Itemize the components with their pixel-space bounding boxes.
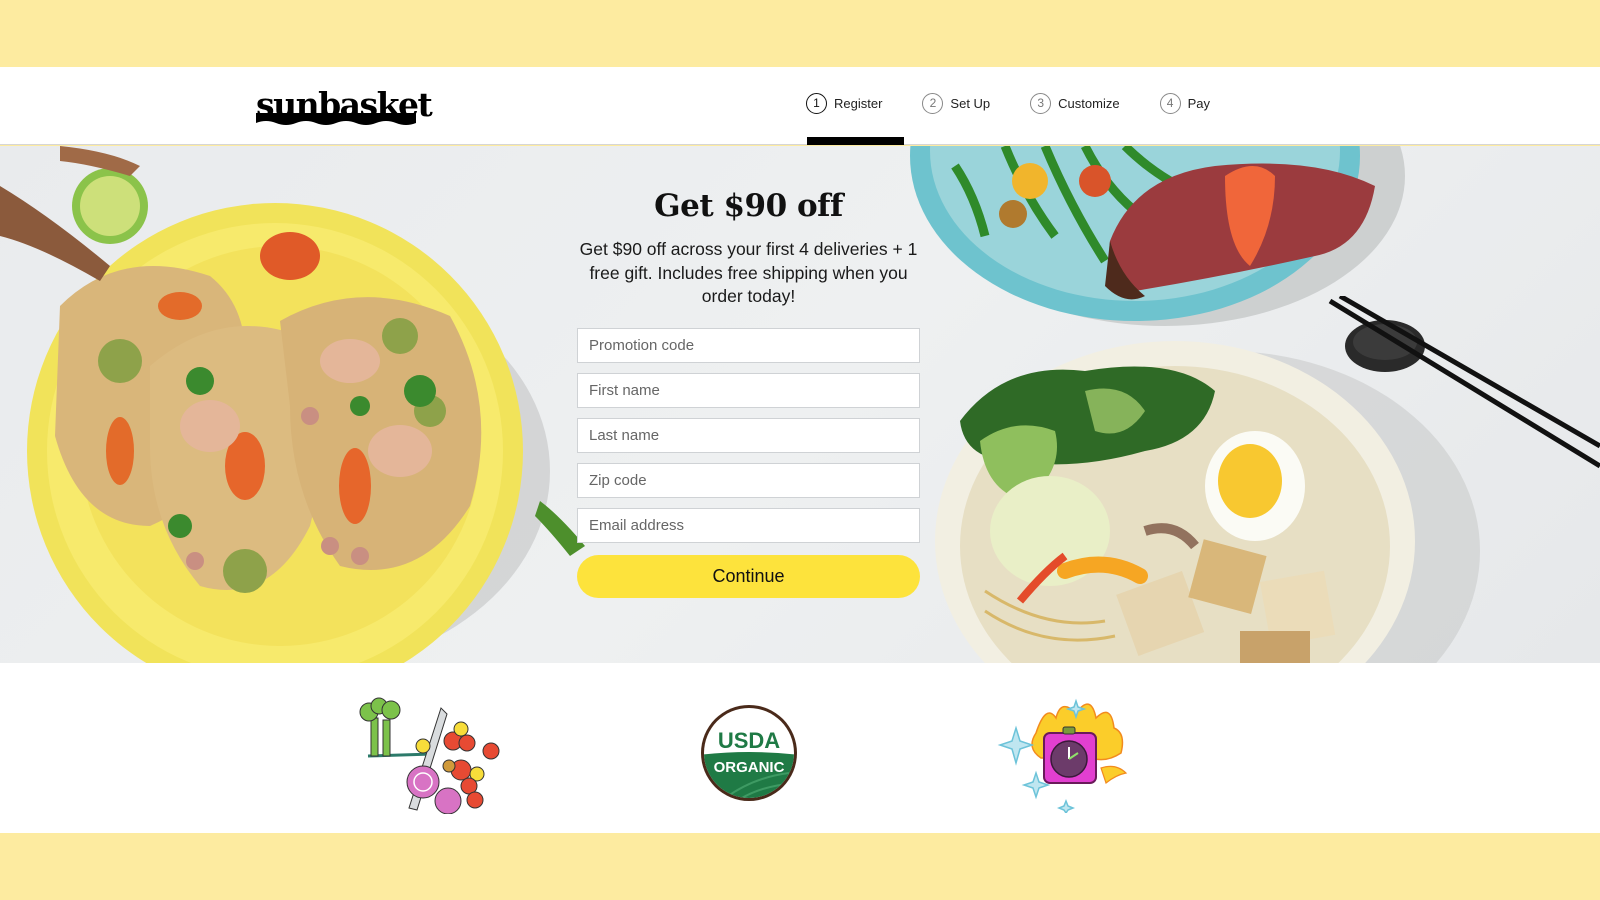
step-label: Register — [834, 95, 883, 111]
first-name-input[interactable] — [577, 373, 920, 408]
chopsticks-image — [1328, 296, 1600, 469]
step-label: Customize — [1058, 95, 1120, 111]
step-number-badge: 4 — [1159, 92, 1181, 114]
continue-button[interactable]: Continue — [577, 555, 920, 598]
step-pay[interactable]: 4 Pay — [1159, 92, 1210, 114]
sunbasket-logo[interactable]: sunbasket — [256, 85, 433, 129]
usda-organic-icon: USDA ORGANIC — [701, 705, 797, 801]
email-address-input[interactable] — [577, 508, 920, 543]
zip-code-input[interactable] — [577, 463, 920, 498]
site-header: sunbasket 1 Register 2 Set Up 3 Customiz… — [0, 67, 1600, 145]
bottom-banner-band — [0, 833, 1600, 900]
offer-title: Get $90 off — [654, 188, 843, 224]
top-banner-band — [0, 0, 1600, 67]
step-register[interactable]: 1 Register — [806, 92, 883, 114]
checkout-steps: 1 Register 2 Set Up 3 Customize 4 Pay — [806, 88, 1210, 118]
signup-panel: Get $90 off Get $90 off across your firs… — [577, 146, 920, 663]
step-set-up[interactable]: 2 Set Up — [922, 92, 991, 114]
step-number-badge: 3 — [1030, 92, 1052, 114]
vegetables-illustration-icon — [359, 697, 500, 814]
step-customize[interactable]: 3 Customize — [1030, 92, 1120, 114]
fast-clock-illustration-icon — [997, 698, 1128, 813]
promotion-code-input[interactable] — [577, 328, 920, 363]
hero-section: Get $90 off Get $90 off across your firs… — [0, 146, 1600, 663]
step-label: Set Up — [950, 95, 991, 111]
features-section: USDA ORGANIC — [0, 663, 1600, 833]
step-number-badge: 1 — [806, 92, 827, 114]
last-name-input[interactable] — [577, 418, 920, 453]
usda-label: USDA — [718, 728, 780, 753]
organic-label: ORGANIC — [714, 759, 785, 776]
offer-description: Get $90 off across your first 4 deliveri… — [579, 239, 918, 306]
active-step-indicator — [807, 137, 904, 145]
step-number-badge: 2 — [922, 92, 944, 114]
shrimp-tacos-plate-image — [0, 146, 585, 663]
logo-wordmark: sunbasket — [256, 85, 433, 124]
step-label: Pay — [1187, 95, 1210, 111]
